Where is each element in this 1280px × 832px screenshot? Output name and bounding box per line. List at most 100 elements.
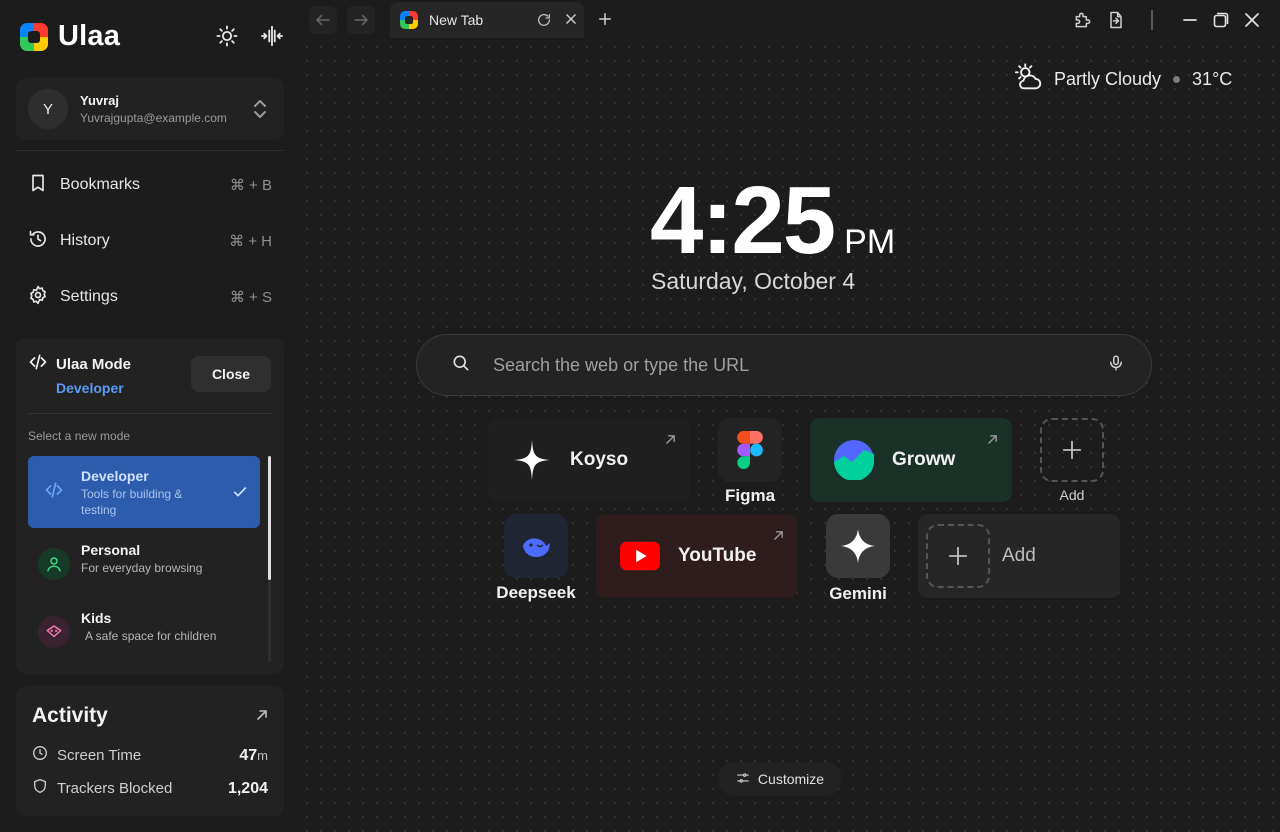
arrow-right-icon (354, 14, 368, 26)
user-icon (38, 548, 70, 580)
external-arrow-icon (987, 432, 998, 450)
screen-time-row: Screen Time 47m (32, 745, 268, 766)
divider (28, 413, 272, 414)
clock-ampm: PM (844, 223, 896, 261)
activity-panel: Activity Screen Time 47m Trackers Blocke… (16, 686, 284, 816)
sidebar-item-settings[interactable]: Settings ⌘ + S (28, 283, 272, 311)
plus-icon (926, 524, 990, 588)
current-mode: Developer (56, 380, 124, 396)
clock-time: 4:25 (650, 167, 836, 274)
mode-option-kids[interactable]: Kids A safe space for children (28, 598, 260, 670)
shortcut-hint: ⌘ + B (229, 177, 272, 194)
extensions-puzzle-icon[interactable] (1073, 10, 1093, 30)
shortcut-figma[interactable] (718, 418, 782, 482)
sidebar: Ulaa Y Yuvraj Yuvrajgupta@example.com Bo… (0, 0, 300, 832)
search-bar[interactable] (416, 334, 1152, 396)
date: Saturday, October 4 (651, 268, 856, 294)
mode-option-desc: A safe space for children (85, 629, 217, 643)
mode-option-name: Kids (81, 610, 112, 626)
separator-dot (1173, 76, 1181, 83)
close-window-icon[interactable] (1242, 10, 1262, 30)
shortcut-label: Groww (892, 449, 956, 470)
restore-window-icon[interactable] (1211, 10, 1231, 30)
groww-logo-icon (834, 440, 874, 480)
search-input[interactable] (493, 354, 1073, 376)
new-tab-plus-icon[interactable] (596, 10, 614, 33)
kids-face-icon (38, 616, 70, 648)
mode-option-name: Developer (81, 468, 149, 484)
microphone-icon[interactable] (1107, 353, 1125, 378)
weather-widget[interactable]: Partly Cloudy 31°C (1014, 62, 1232, 97)
screen-time-label: Screen Time (57, 747, 142, 764)
divider (1151, 10, 1153, 30)
youtube-logo-icon (620, 536, 660, 576)
mode-option-name: Personal (81, 542, 141, 558)
minimize-icon[interactable] (1180, 10, 1200, 30)
mode-title: Ulaa Mode (28, 352, 131, 376)
brand-name: Ulaa (58, 20, 121, 52)
shortcut-koyso[interactable]: Koyso (488, 418, 690, 502)
shortcut-label: Deepseek (496, 583, 576, 602)
add-shortcut-wide-button[interactable]: Add (918, 514, 1120, 598)
shortcut-label: Gemini (829, 584, 887, 603)
clock: 4:25 PM (650, 166, 895, 276)
shortcut-label: Add (1059, 487, 1085, 503)
profile-switcher[interactable]: Y Yuvraj Yuvrajgupta@example.com (16, 78, 284, 140)
chevron-up-down-icon (252, 98, 268, 125)
shortcut-hint: ⌘ + S (229, 289, 272, 306)
shortcut-groww[interactable]: Groww (810, 418, 1012, 502)
arrow-left-icon (316, 14, 330, 26)
bookmark-icon (28, 173, 48, 198)
deepseek-whale-icon (523, 538, 550, 557)
trackers-label: Trackers Blocked (57, 780, 173, 797)
forward-button[interactable] (347, 6, 375, 34)
screen-time-value: 47m (239, 746, 268, 764)
sliders-icon (736, 771, 750, 788)
add-shortcut-button[interactable] (1040, 418, 1104, 482)
external-arrow-icon (665, 432, 676, 450)
profile-name: Yuvraj (80, 93, 120, 108)
shield-icon (32, 778, 48, 799)
shortcut-label: Koyso (570, 449, 629, 470)
close-mode-button[interactable]: Close (191, 356, 271, 392)
mode-option-personal[interactable]: Personal For everyday browsing (28, 530, 260, 602)
sidebar-item-label: Settings (60, 288, 118, 305)
share-export-icon[interactable] (1106, 10, 1126, 30)
plus-icon (1062, 440, 1082, 460)
shortcut-deepseek[interactable] (504, 514, 568, 578)
brand: Ulaa (20, 20, 120, 53)
customize-button[interactable]: Customize (718, 762, 842, 796)
sidebar-item-history[interactable]: History ⌘ + H (28, 227, 272, 255)
mode-option-developer[interactable]: Developer Tools for building & testing (28, 456, 260, 528)
ulaa-logo (20, 22, 48, 51)
gear-icon (28, 285, 48, 310)
shortcut-hint: ⌘ + H (229, 233, 272, 250)
shortcut-youtube[interactable]: YouTube (596, 514, 798, 598)
sidebar-item-label: History (60, 232, 110, 249)
mode-title-text: Ulaa Mode (56, 355, 132, 373)
trackers-value: 1,204 (227, 779, 268, 797)
mode-select-prompt: Select a new mode (28, 429, 131, 443)
mode-option-desc: Tools for building & testing (81, 487, 183, 517)
reload-icon[interactable] (536, 12, 552, 33)
shortcut-gemini[interactable] (826, 514, 890, 578)
history-icon (28, 229, 48, 254)
koyso-sparkle-icon (512, 440, 552, 480)
weather-temperature: 31°C (1192, 69, 1233, 89)
scrollbar-thumb[interactable] (268, 456, 271, 580)
code-icon (38, 474, 70, 506)
open-activity-arrow-icon[interactable] (256, 708, 268, 726)
activity-title: Activity (32, 704, 108, 727)
sidebar-item-label: Bookmarks (60, 176, 141, 193)
shortcut-label: Add (1002, 545, 1036, 566)
external-arrow-icon (773, 528, 784, 546)
sidebar-item-bookmarks[interactable]: Bookmarks ⌘ + B (28, 171, 272, 199)
tab-new-tab[interactable]: New Tab (390, 2, 584, 38)
close-tab-icon[interactable] (564, 12, 578, 31)
theme-toggle-sun-icon[interactable] (215, 24, 239, 48)
code-icon (28, 352, 48, 376)
clock-icon (32, 745, 48, 766)
split-view-icon[interactable] (260, 24, 284, 48)
tab-title: New Tab (429, 12, 484, 28)
back-button[interactable] (309, 6, 337, 34)
